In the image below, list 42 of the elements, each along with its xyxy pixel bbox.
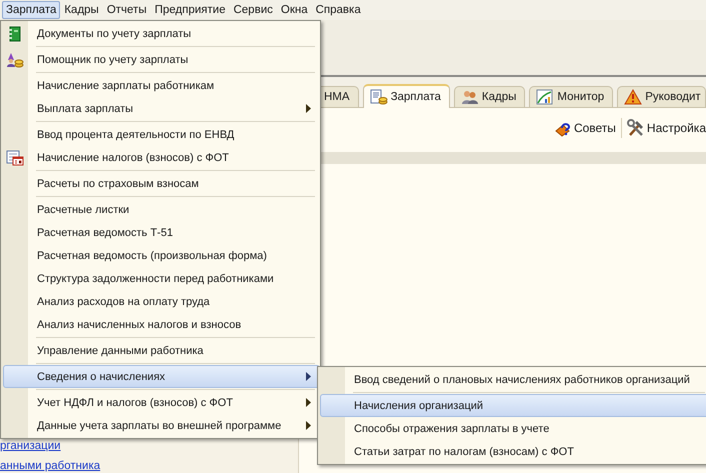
wizard-coins-icon: [6, 52, 24, 68]
menu-item[interactable]: Расчетная ведомость (произвольная форма): [28, 244, 320, 267]
link[interactable]: рганизации: [0, 439, 298, 453]
toolbar-button[interactable]: Советы: [554, 119, 616, 137]
tab[interactable]: Зарплата: [362, 84, 450, 108]
menu-item[interactable]: Управление данными работника: [28, 339, 320, 362]
menu-item[interactable]: Анализ расходов на оплату труда: [28, 290, 320, 313]
menu-item[interactable]: Ввод процента деятельности по ЕНВД: [28, 123, 320, 146]
menu-item[interactable]: Структура задолженности перед работниками: [28, 267, 320, 290]
menu-item[interactable]: Способы отражения зарплаты в учете: [345, 417, 706, 440]
tools-icon: [626, 119, 645, 137]
book-icon: [8, 26, 22, 42]
menu-bar-item[interactable]: Отчеты: [102, 1, 151, 19]
menu-item[interactable]: Сведения о начислениях: [3, 365, 320, 388]
menu-bar-item[interactable]: Предприятие: [150, 1, 230, 19]
menu-bar-item[interactable]: Справка: [312, 1, 365, 19]
menu-item[interactable]: Статьи затрат по налогам (взносам) с ФОТ: [345, 440, 706, 463]
menu-item[interactable]: Расчетная ведомость Т-51: [28, 221, 320, 244]
menu-item[interactable]: Ввод сведений о плановых начислениях работников организаций: [345, 368, 706, 391]
menu-bar-item[interactable]: Зарплата: [2, 1, 60, 19]
menu-item[interactable]: Начисления организаций: [320, 394, 706, 417]
menu-item[interactable]: Расчетные листки: [28, 198, 320, 221]
toolbar-button[interactable]: Настройка: [626, 119, 706, 137]
chart-icon: [536, 89, 554, 105]
calendar-icon: [6, 150, 24, 166]
tab[interactable]: Кадры: [454, 86, 526, 107]
menu-item[interactable]: Анализ начисленных налогов и взносов: [28, 313, 320, 336]
menu-item[interactable]: Учет НДФЛ и налогов (взносов) с ФОТ: [28, 391, 320, 414]
people-icon: [460, 89, 479, 105]
menu-item[interactable]: Данные учета зарплаты во внешней программе: [28, 414, 320, 437]
tab[interactable]: Руководит: [617, 86, 706, 107]
menu-bar-item[interactable]: Окна: [276, 1, 312, 19]
link[interactable]: анными работника: [0, 459, 298, 473]
menu-item[interactable]: Документы по учету зарплаты: [28, 22, 320, 45]
menu-item[interactable]: Начисление налогов (взносов) с ФОТ: [28, 146, 320, 169]
warning-icon: [624, 89, 642, 105]
menu-item[interactable]: Помощник по учету зарплаты: [28, 48, 320, 71]
menu-bar-item[interactable]: Сервис: [229, 1, 277, 19]
menu-item[interactable]: Расчеты по страховым взносам: [28, 172, 320, 195]
menu-bar-item[interactable]: Кадры: [60, 1, 103, 19]
document-coins-icon: [370, 89, 388, 105]
tab[interactable]: Монитор: [529, 86, 614, 107]
